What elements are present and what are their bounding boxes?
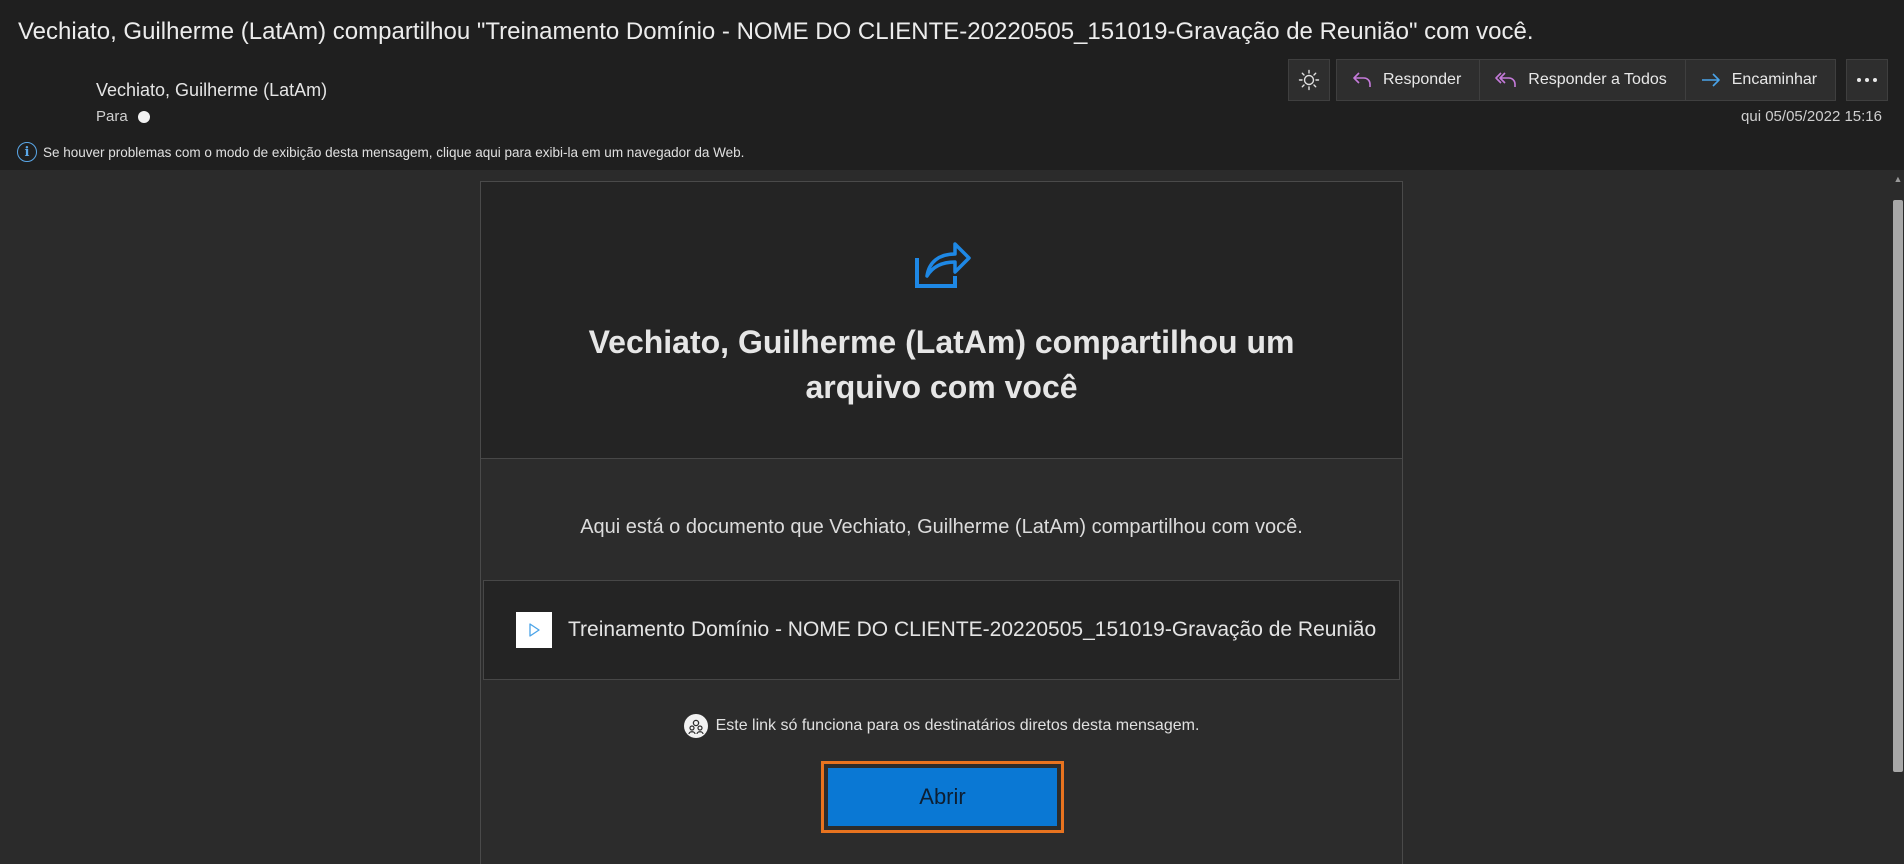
recipient-line: Para <box>96 108 150 125</box>
message-date: qui 05/05/2022 15:16 <box>1741 108 1882 125</box>
sender-name[interactable]: Vechiato, Guilherme (LatAm) <box>96 80 327 101</box>
file-name: Treinamento Domínio - NOME DO CLIENTE-20… <box>568 618 1377 641</box>
reply-all-label: Responder a Todos <box>1528 71 1667 88</box>
forward-button[interactable]: Encaminhar <box>1684 59 1837 101</box>
reply-icon <box>1353 72 1371 87</box>
reply-label: Responder <box>1383 71 1462 88</box>
play-icon <box>529 623 540 637</box>
reply-button[interactable]: Responder <box>1336 59 1480 101</box>
share-icon <box>915 242 971 288</box>
notice-text: Este link só funciona para os destinatár… <box>715 717 1200 734</box>
card-body-text: Aqui está o documento que Vechiato, Guil… <box>580 516 1303 538</box>
card-banner: Vechiato, Guilherme (LatAm) compartilhou… <box>481 182 1402 459</box>
reply-all-icon <box>1495 72 1517 87</box>
recipient-notice: Este link só funciona para os destinatár… <box>481 714 1402 738</box>
sun-icon <box>1298 69 1320 91</box>
recipient-dot[interactable] <box>137 110 150 123</box>
forward-label: Encaminhar <box>1731 71 1818 88</box>
open-button[interactable]: Abrir <box>828 768 1057 826</box>
message-header: Vechiato, Guilherme (LatAm) compartilhou… <box>0 0 1904 170</box>
theme-toggle-button[interactable] <box>1288 59 1330 101</box>
reply-all-button[interactable]: Responder a Todos <box>1479 59 1685 101</box>
more-actions-button[interactable] <box>1846 59 1889 101</box>
share-email-card: Vechiato, Guilherme (LatAm) compartilhou… <box>480 181 1403 864</box>
ellipsis-icon <box>1857 78 1878 82</box>
scrollbar-thumb[interactable] <box>1893 200 1903 772</box>
scroll-up-arrow[interactable]: ▲ <box>1893 174 1903 188</box>
forward-arrow-icon <box>1701 73 1720 87</box>
message-subject: Vechiato, Guilherme (LatAm) compartilhou… <box>18 18 1534 45</box>
video-file-icon <box>516 612 552 648</box>
to-label: Para <box>96 108 128 125</box>
message-toolbar: Responder Responder a Todos Encaminhar <box>1288 59 1889 101</box>
info-icon: i <box>17 142 37 162</box>
open-button-focus-outline: Abrir <box>821 761 1064 833</box>
view-in-browser-notice[interactable]: i Se houver problemas com o modo de exib… <box>17 142 744 162</box>
info-text: Se houver problemas com o modo de exibiç… <box>43 144 745 160</box>
shared-file-link[interactable]: Treinamento Domínio - NOME DO CLIENTE-20… <box>483 580 1400 680</box>
people-icon <box>683 714 708 738</box>
reply-actions-group: Responder Responder a Todos Encaminhar <box>1336 59 1837 101</box>
card-title: Vechiato, Guilherme (LatAm) compartilhou… <box>588 324 1295 405</box>
